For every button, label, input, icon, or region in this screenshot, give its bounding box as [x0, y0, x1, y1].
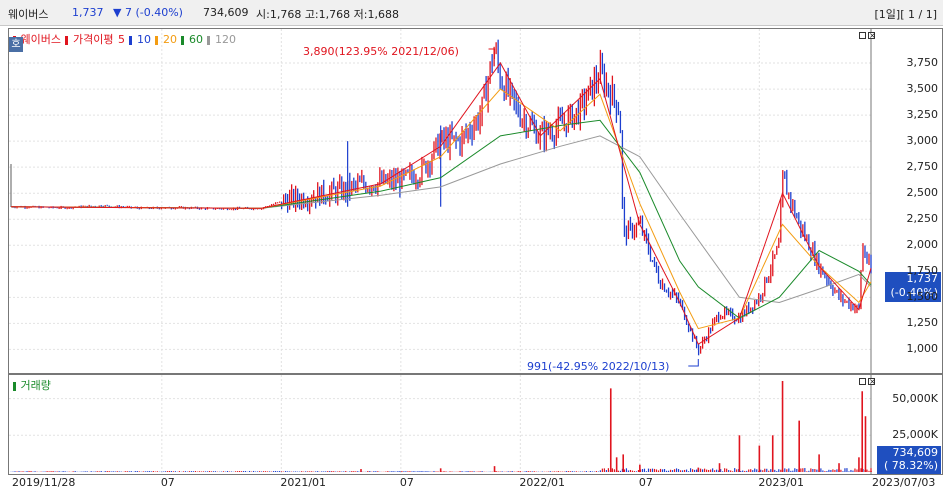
header-volume: 734,609 — [203, 6, 249, 19]
legend-swatch-ma120 — [207, 35, 211, 45]
legend-swatch-volume — [13, 381, 16, 391]
price-y-tick: 2,250 — [906, 212, 939, 226]
volume-tag-pct: ( 78.32%) — [883, 459, 938, 472]
x-tick-label: 07 — [638, 476, 653, 489]
x-tick-label: 07 — [399, 476, 414, 489]
x-tick-label: 07 — [160, 476, 175, 489]
volume-tag: 734,609 ( 78.32%) — [877, 446, 941, 474]
low-annotation: 991(-42.95% 2022/10/13) — [527, 360, 670, 373]
close-icon[interactable]: × — [868, 32, 876, 40]
price-y-tick: 3,000 — [906, 134, 939, 148]
legend-ma-label: 가격이평 — [72, 33, 114, 46]
x-tick-label: 2021/01 — [280, 476, 327, 489]
price-y-tick: 1,000 — [906, 342, 939, 356]
price-chart-svg — [9, 29, 872, 373]
volume-y-tick: 25,000K — [892, 428, 938, 442]
legend-swatch-ma10 — [129, 35, 133, 45]
x-tick-label: 2019/11/28 — [12, 476, 76, 489]
low-annotation-leader — [688, 359, 699, 367]
volume-y-tick: 50,000K — [892, 391, 938, 405]
legend-ma20: 20 — [162, 33, 177, 46]
legend-swatch-ma60 — [181, 35, 185, 45]
legend-swatch-ma — [65, 35, 69, 45]
volume-chart-svg — [9, 375, 872, 474]
high-annotation: 3,890(123.95% 2021/12/06) — [303, 45, 459, 58]
price-y-tick: 3,750 — [906, 56, 939, 70]
stock-name: 웨이버스 — [8, 8, 49, 21]
current-price: 1,737 — [72, 6, 104, 19]
side-toggle-button[interactable]: 호 — [9, 37, 23, 52]
open-high-low: 시:1,768 고:1,768 저:1,688 — [256, 8, 399, 21]
legend-ma10: 10 — [136, 33, 151, 46]
legend-swatch-ma20 — [155, 35, 159, 45]
x-tick-label: 2023/07/03 — [872, 476, 936, 489]
volume-tag-value: 734,609 — [892, 446, 939, 459]
price-change: ▼ 7 (-0.40%) — [113, 6, 183, 19]
price-y-tick: 1,250 — [906, 316, 939, 330]
volume-legend: 거래량 — [13, 377, 52, 393]
price-legend: 웨이버스 가격이평 5 10 20 60 120 — [13, 31, 237, 47]
legend-volume-label: 거래량 — [20, 379, 51, 392]
price-y-tick: 1,500 — [906, 290, 939, 304]
price-y-tick: 2,750 — [906, 160, 939, 174]
price-y-tick: 2,500 — [906, 186, 939, 200]
x-tick-label: 2023/01 — [758, 476, 805, 489]
volume-close-icon[interactable]: × — [868, 378, 876, 386]
period-selector[interactable]: [1일][ 1 / 1] — [875, 6, 937, 22]
legend-ma5: 5 — [117, 33, 125, 46]
volume-panel: × 거래량 734,609 ( 78.32%) 25,000K 50,000K — [8, 374, 943, 475]
quote-header-bar: 웨이버스 1,737 ▼ 7 (-0.40%) 734,609 시:1,768 … — [0, 0, 943, 26]
price-y-tick: 3,250 — [906, 108, 939, 122]
ma20-line — [10, 88, 872, 330]
volume-maximize-icon[interactable] — [859, 378, 866, 385]
maximize-icon[interactable] — [859, 32, 866, 39]
x-tick-label: 2022/01 — [519, 476, 566, 489]
legend-ma120: 120 — [214, 33, 236, 46]
price-y-tick: 1,750 — [906, 264, 939, 278]
legend-stock-name: 웨이버스 — [20, 33, 61, 46]
price-panel: × 웨이버스 가격이평 5 10 20 60 120 3,890(123.95%… — [8, 28, 943, 374]
price-y-tick: 2,000 — [906, 238, 939, 252]
price-y-tick: 3,500 — [906, 82, 939, 96]
legend-ma60: 60 — [188, 33, 203, 46]
